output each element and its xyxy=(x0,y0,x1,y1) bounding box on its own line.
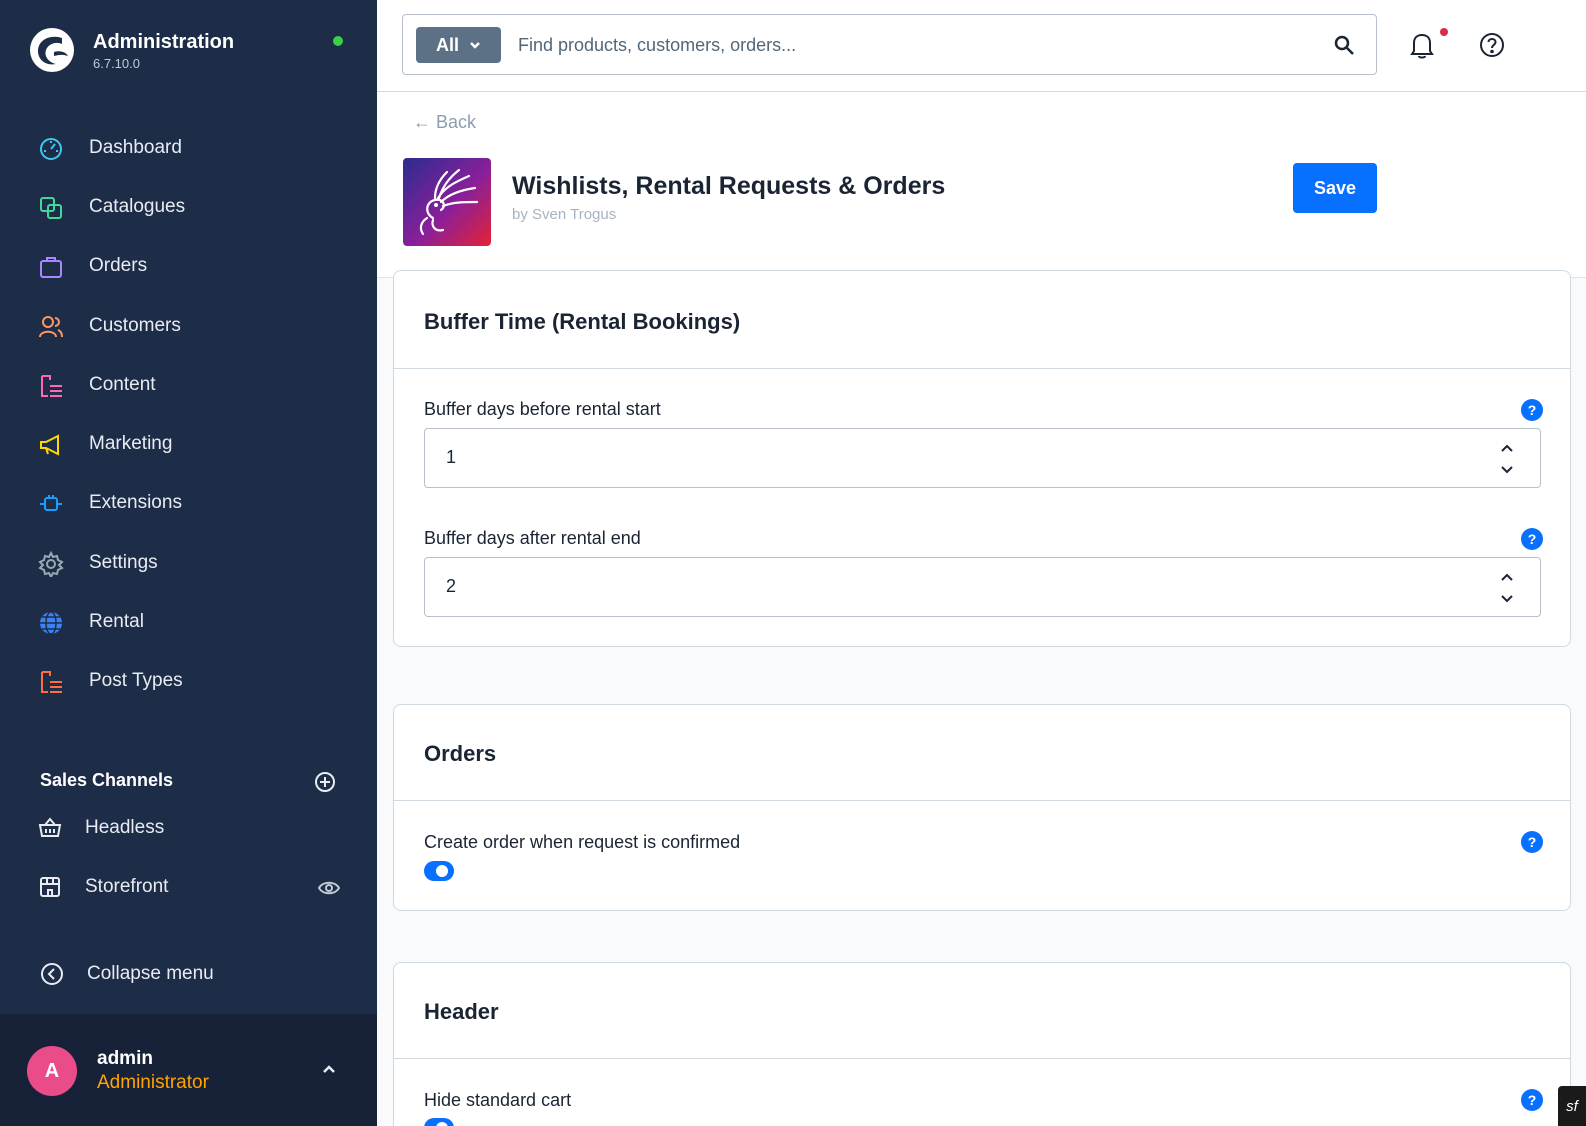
sales-channels-title: Sales Channels xyxy=(40,770,174,790)
page-title: Wishlists, Rental Requests & Orders xyxy=(512,172,946,200)
help-icon[interactable]: ? xyxy=(1521,831,1543,853)
globe-icon xyxy=(37,609,65,637)
top-bar: All xyxy=(377,0,1586,92)
user-role: Administrator xyxy=(97,1072,209,1093)
chevron-up-icon[interactable] xyxy=(1497,440,1517,456)
collapse-menu-button[interactable]: Collapse menu xyxy=(0,950,377,996)
create-order-toggle[interactable] xyxy=(424,861,454,881)
buffer-before-field[interactable]: 1 xyxy=(424,428,1541,488)
help-icon[interactable]: ? xyxy=(1521,399,1543,421)
sidebar-item-content[interactable]: Content xyxy=(0,359,377,411)
content-icon xyxy=(37,668,65,696)
chevron-down-icon[interactable] xyxy=(1497,591,1517,607)
sidebar-item-label: Rental xyxy=(89,611,144,632)
brand-version: 6.7.10.0 xyxy=(93,56,140,71)
help-icon[interactable] xyxy=(1478,31,1506,59)
sales-channel-label: Headless xyxy=(85,817,165,838)
sidebar-item-customers[interactable]: Customers xyxy=(0,300,377,352)
sidebar-item-label: Orders xyxy=(89,255,148,276)
buffer-after-label: Buffer days after rental end xyxy=(424,528,641,548)
buffer-before-value[interactable]: 1 xyxy=(446,447,456,468)
sidebar-item-label: Customers xyxy=(89,315,181,336)
sidebar: Administration 6.7.10.0 Dashboard Catalo… xyxy=(0,0,377,1126)
extensions-icon xyxy=(37,490,65,518)
eye-icon[interactable] xyxy=(318,879,340,897)
card-divider xyxy=(394,800,1570,801)
chevron-left-circle-icon xyxy=(41,963,63,985)
buffer-before-label: Buffer days before rental start xyxy=(424,399,661,419)
sidebar-item-label: Settings xyxy=(89,552,158,573)
search-bar: All xyxy=(402,14,1377,75)
back-link[interactable]: ← Back xyxy=(413,112,476,133)
hide-cart-toggle[interactable] xyxy=(424,1118,454,1126)
user-bar[interactable]: A admin Administrator xyxy=(0,1014,377,1126)
sidebar-item-orders[interactable]: Orders xyxy=(0,240,377,292)
catalogues-icon xyxy=(37,194,65,222)
chevron-up-icon[interactable] xyxy=(320,1060,338,1078)
toggle-knob xyxy=(436,865,448,877)
symfony-toolbar-icon[interactable]: sf xyxy=(1558,1086,1586,1126)
sales-channel-item-storefront[interactable]: Storefront xyxy=(0,862,377,912)
sidebar-item-rental[interactable]: Rental xyxy=(0,596,377,648)
add-sales-channel-icon[interactable] xyxy=(313,770,337,794)
storefront-icon xyxy=(37,874,63,900)
save-button[interactable]: Save xyxy=(1293,163,1377,213)
brand: Administration 6.7.10.0 xyxy=(0,0,377,100)
brand-title: Administration xyxy=(93,31,235,53)
buffer-after-field[interactable]: 2 xyxy=(424,557,1541,617)
search-icon[interactable] xyxy=(1333,34,1355,56)
hide-cart-label: Hide standard cart xyxy=(424,1090,572,1110)
sidebar-item-label: Post Types xyxy=(89,670,183,691)
collapse-menu-label: Collapse menu xyxy=(87,963,214,984)
card-divider xyxy=(394,368,1570,369)
search-input[interactable] xyxy=(518,29,1308,61)
customers-icon xyxy=(37,313,65,341)
shopware-logo-icon[interactable] xyxy=(28,26,76,74)
chevron-down-icon[interactable] xyxy=(1497,462,1517,478)
page-header: ← Back Wishlists, Rental Requests & Orde… xyxy=(377,92,1586,278)
orders-card: Orders Create order when request is conf… xyxy=(393,704,1571,911)
sidebar-item-label: Content xyxy=(89,374,156,395)
user-name: admin xyxy=(97,1048,153,1069)
marketing-icon xyxy=(37,431,65,459)
chevron-down-icon xyxy=(470,42,480,49)
header-card: Header Hide standard cart ? xyxy=(393,962,1571,1126)
sidebar-item-marketing[interactable]: Marketing xyxy=(0,418,377,470)
card-title: Orders xyxy=(424,741,497,766)
app-author: by Sven Trogus xyxy=(512,206,617,223)
basket-icon xyxy=(37,815,63,841)
status-indicator xyxy=(333,36,343,46)
card-title: Buffer Time (Rental Bookings) xyxy=(424,309,741,334)
app-logo xyxy=(403,158,491,246)
sidebar-item-post-types[interactable]: Post Types xyxy=(0,655,377,707)
help-icon[interactable]: ? xyxy=(1521,528,1543,550)
sales-channel-label: Storefront xyxy=(85,876,169,897)
content-icon xyxy=(37,372,65,400)
settings-icon xyxy=(37,550,65,578)
sidebar-item-extensions[interactable]: Extensions xyxy=(0,477,377,529)
notification-bell-icon[interactable] xyxy=(1408,30,1436,60)
sidebar-item-label: Extensions xyxy=(89,492,182,513)
sidebar-item-catalogues[interactable]: Catalogues xyxy=(0,181,377,233)
notification-badge xyxy=(1440,28,1448,36)
create-order-label: Create order when request is confirmed xyxy=(424,832,741,852)
sidebar-item-settings[interactable]: Settings xyxy=(0,537,377,589)
card-divider xyxy=(394,1058,1570,1059)
card-title: Header xyxy=(424,999,499,1024)
chevron-up-icon[interactable] xyxy=(1497,569,1517,585)
orders-icon xyxy=(37,253,65,281)
sidebar-item-label: Catalogues xyxy=(89,196,186,217)
search-type-select[interactable]: All xyxy=(416,27,501,63)
sidebar-item-label: Dashboard xyxy=(89,137,182,158)
toggle-knob xyxy=(436,1122,448,1126)
buffer-after-value[interactable]: 2 xyxy=(446,576,456,597)
help-icon[interactable]: ? xyxy=(1521,1089,1543,1111)
dashboard-icon xyxy=(37,135,65,163)
sales-channel-item-headless[interactable]: Headless xyxy=(0,803,377,853)
search-type-label: All xyxy=(435,34,459,55)
sidebar-item-label: Marketing xyxy=(89,433,173,454)
buffer-time-card: Buffer Time (Rental Bookings) Buffer day… xyxy=(393,270,1571,647)
avatar: A xyxy=(27,1046,77,1096)
sidebar-item-dashboard[interactable]: Dashboard xyxy=(0,122,377,174)
